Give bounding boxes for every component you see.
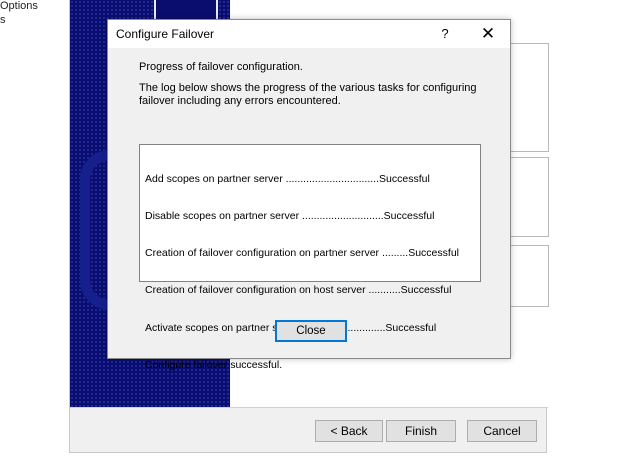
content-panel-1 [510, 43, 549, 152]
log-line: Creation of failover configuration on ho… [145, 284, 452, 297]
log-description: The log below shows the progress of the … [139, 82, 477, 107]
close-icon[interactable]: ✕ [476, 24, 500, 44]
progress-log-box[interactable]: Add scopes on partner server ...........… [139, 144, 481, 371]
dialog-title: Configure Failover [116, 27, 215, 41]
background-options-text: Options [0, 0, 38, 12]
finish-button[interactable]: Finish [386, 420, 456, 442]
wizard-separator [70, 407, 548, 408]
background-s-text: s [0, 14, 6, 26]
log-line: Add scopes on partner server ...........… [145, 172, 430, 185]
dialog-titlebar: Configure Failover ? ✕ [108, 20, 510, 48]
dialog-close-button[interactable]: Close [275, 320, 347, 342]
help-icon[interactable]: ? [435, 24, 455, 44]
log-line: Creation of failover configuration on pa… [145, 247, 459, 260]
progress-heading: Progress of failover configuration. [139, 61, 303, 73]
configure-failover-dialog: Configure Failover ? ✕ Progress of failo… [107, 19, 511, 371]
content-panel-2 [510, 157, 549, 237]
cancel-button[interactable]: Cancel [467, 420, 537, 442]
content-panel-3 [510, 245, 549, 307]
log-line: Disable scopes on partner server .......… [145, 210, 435, 223]
back-button[interactable]: < Back [315, 420, 383, 442]
log-line: Configure failover successful. [145, 358, 283, 371]
